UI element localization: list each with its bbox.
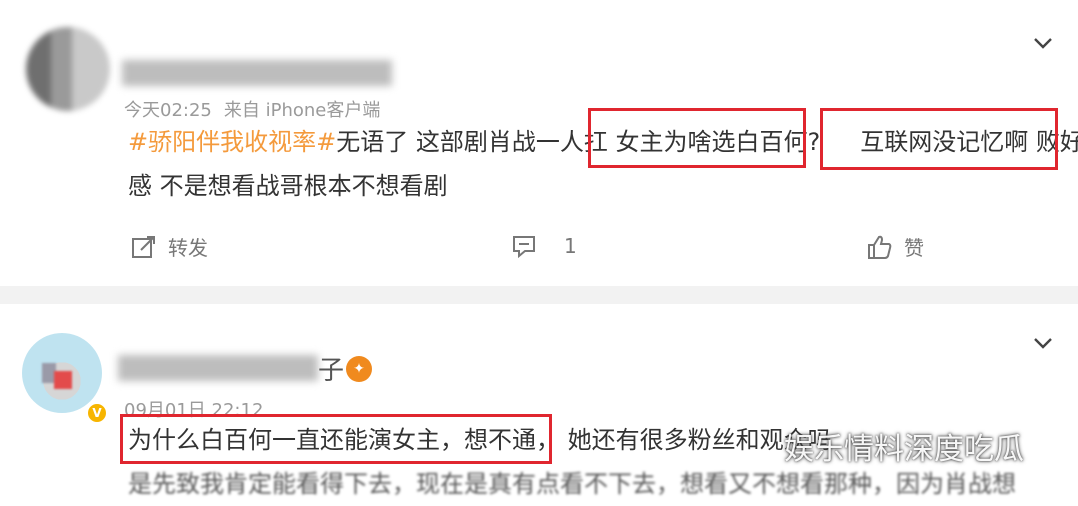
user-avatar[interactable] bbox=[26, 27, 110, 111]
thumbs-up-icon bbox=[868, 235, 892, 259]
like-button[interactable]: 赞 bbox=[866, 232, 924, 261]
repost-label: 转发 bbox=[168, 236, 208, 260]
username-redacted[interactable] bbox=[122, 60, 392, 86]
repost-icon bbox=[132, 235, 155, 258]
verified-badge-icon: V bbox=[86, 402, 108, 424]
username-tail[interactable]: 子 bbox=[318, 350, 344, 387]
watermark-text: 娱乐情料深度吃瓜 bbox=[784, 432, 1024, 467]
post-timestamp: 今天02:25 bbox=[124, 100, 212, 121]
post-meta: 今天02:25 来自 iPhone客户端 bbox=[124, 96, 380, 122]
post-text-segment: 无语了 这部剧肖战一人扛 bbox=[336, 128, 616, 156]
highlight-box bbox=[120, 414, 552, 464]
highlight-box bbox=[820, 108, 1058, 170]
chevron-down-icon[interactable] bbox=[1032, 32, 1054, 54]
post-text-line-2: 是先致我肯定能看得下去，现在是真有点看不下去，想看又不想看那种，因为肖战想 bbox=[128, 470, 1016, 498]
chevron-down-icon[interactable] bbox=[1032, 332, 1054, 354]
highlight-box bbox=[588, 108, 806, 168]
post-source: 来自 iPhone客户端 bbox=[223, 100, 381, 121]
user-avatar[interactable] bbox=[22, 333, 102, 413]
fan-badge-icon: ✦ bbox=[346, 356, 372, 382]
username-redacted[interactable] bbox=[118, 355, 318, 381]
repost-button[interactable]: 转发 bbox=[130, 232, 208, 261]
post-divider bbox=[0, 286, 1078, 304]
avatar-image-fragment bbox=[54, 371, 72, 389]
post-text-line-2: 感 不是想看战哥根本不想看剧 bbox=[128, 172, 448, 200]
comment-icon bbox=[513, 236, 535, 259]
like-label: 赞 bbox=[904, 236, 924, 260]
comment-count: 1 bbox=[564, 234, 577, 258]
comment-button[interactable]: 1 bbox=[510, 232, 577, 260]
hashtag-link[interactable]: #骄阳伴我收视率# bbox=[128, 128, 336, 156]
